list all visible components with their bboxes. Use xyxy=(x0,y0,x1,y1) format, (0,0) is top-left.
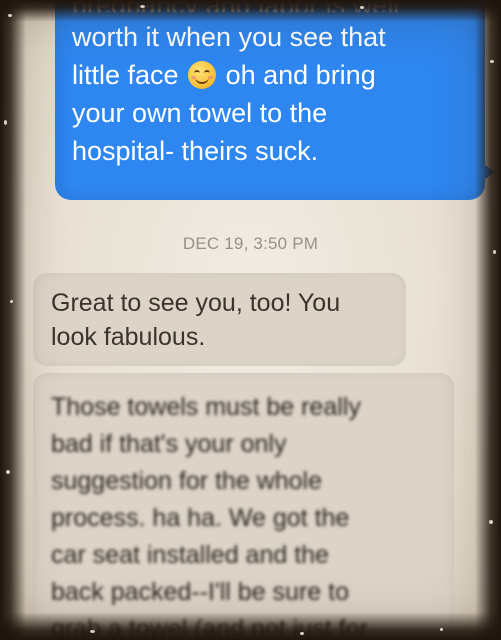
message-text: oh and bring xyxy=(225,60,376,90)
message-line: hospital- theirs suck. xyxy=(72,136,319,166)
frame-speck xyxy=(6,470,10,474)
message-line: bad if that's your only xyxy=(51,430,287,458)
frame-speck xyxy=(300,632,304,635)
message-line: your own towel to the xyxy=(72,98,328,128)
vintage-photo-frame: pregnancy and labor is well worth it whe… xyxy=(0,0,501,640)
frame-speck xyxy=(10,300,13,303)
message-text: little face xyxy=(72,60,179,90)
message-timestamp: DEC 19, 3:50 PM xyxy=(182,234,319,253)
message-line: look fabulous. xyxy=(51,323,206,351)
message-line: worth it when you see that xyxy=(72,22,386,52)
message-line: back packed--I'll be sure to xyxy=(51,578,349,606)
message-line: suggestion for the whole xyxy=(51,467,323,495)
bubble-tail xyxy=(481,162,495,182)
outgoing-message-text: pregnancy and labor is well worth it whe… xyxy=(72,0,399,170)
frame-speck xyxy=(493,250,496,254)
incoming-message-bubble[interactable]: Great to see you, too! You look fabulous… xyxy=(33,273,406,366)
frame-speck xyxy=(360,6,364,9)
outgoing-message-bubble[interactable]: pregnancy and labor is well worth it whe… xyxy=(55,0,495,200)
message-line: car seat installed and the xyxy=(51,541,329,569)
frame-speck xyxy=(4,120,7,125)
message-line: grab a towel (and not just for xyxy=(51,615,368,640)
message-thread: pregnancy and labor is well worth it whe… xyxy=(0,0,501,640)
frame-speck xyxy=(490,60,494,63)
message-line: process. ha ha. We got the xyxy=(51,504,350,532)
frame-speck xyxy=(8,14,12,17)
smiling-face-icon xyxy=(188,61,217,89)
frame-speck xyxy=(90,630,95,633)
frame-speck xyxy=(489,520,493,524)
message-line: Great to see you, too! You xyxy=(51,289,341,317)
message-line: Those towels must be really xyxy=(51,393,361,421)
message-line-cut: pregnancy and labor is well xyxy=(72,0,399,12)
frame-speck xyxy=(440,628,443,631)
frame-speck xyxy=(140,5,145,8)
incoming-message-text-blurred: Those towels must be really bad if that'… xyxy=(51,389,441,640)
incoming-message-bubble[interactable]: Those towels must be really bad if that'… xyxy=(33,373,454,640)
incoming-message-text: Great to see you, too! You look fabulous… xyxy=(51,286,396,354)
message-line-with-emoji: little face oh and bring xyxy=(72,56,399,94)
